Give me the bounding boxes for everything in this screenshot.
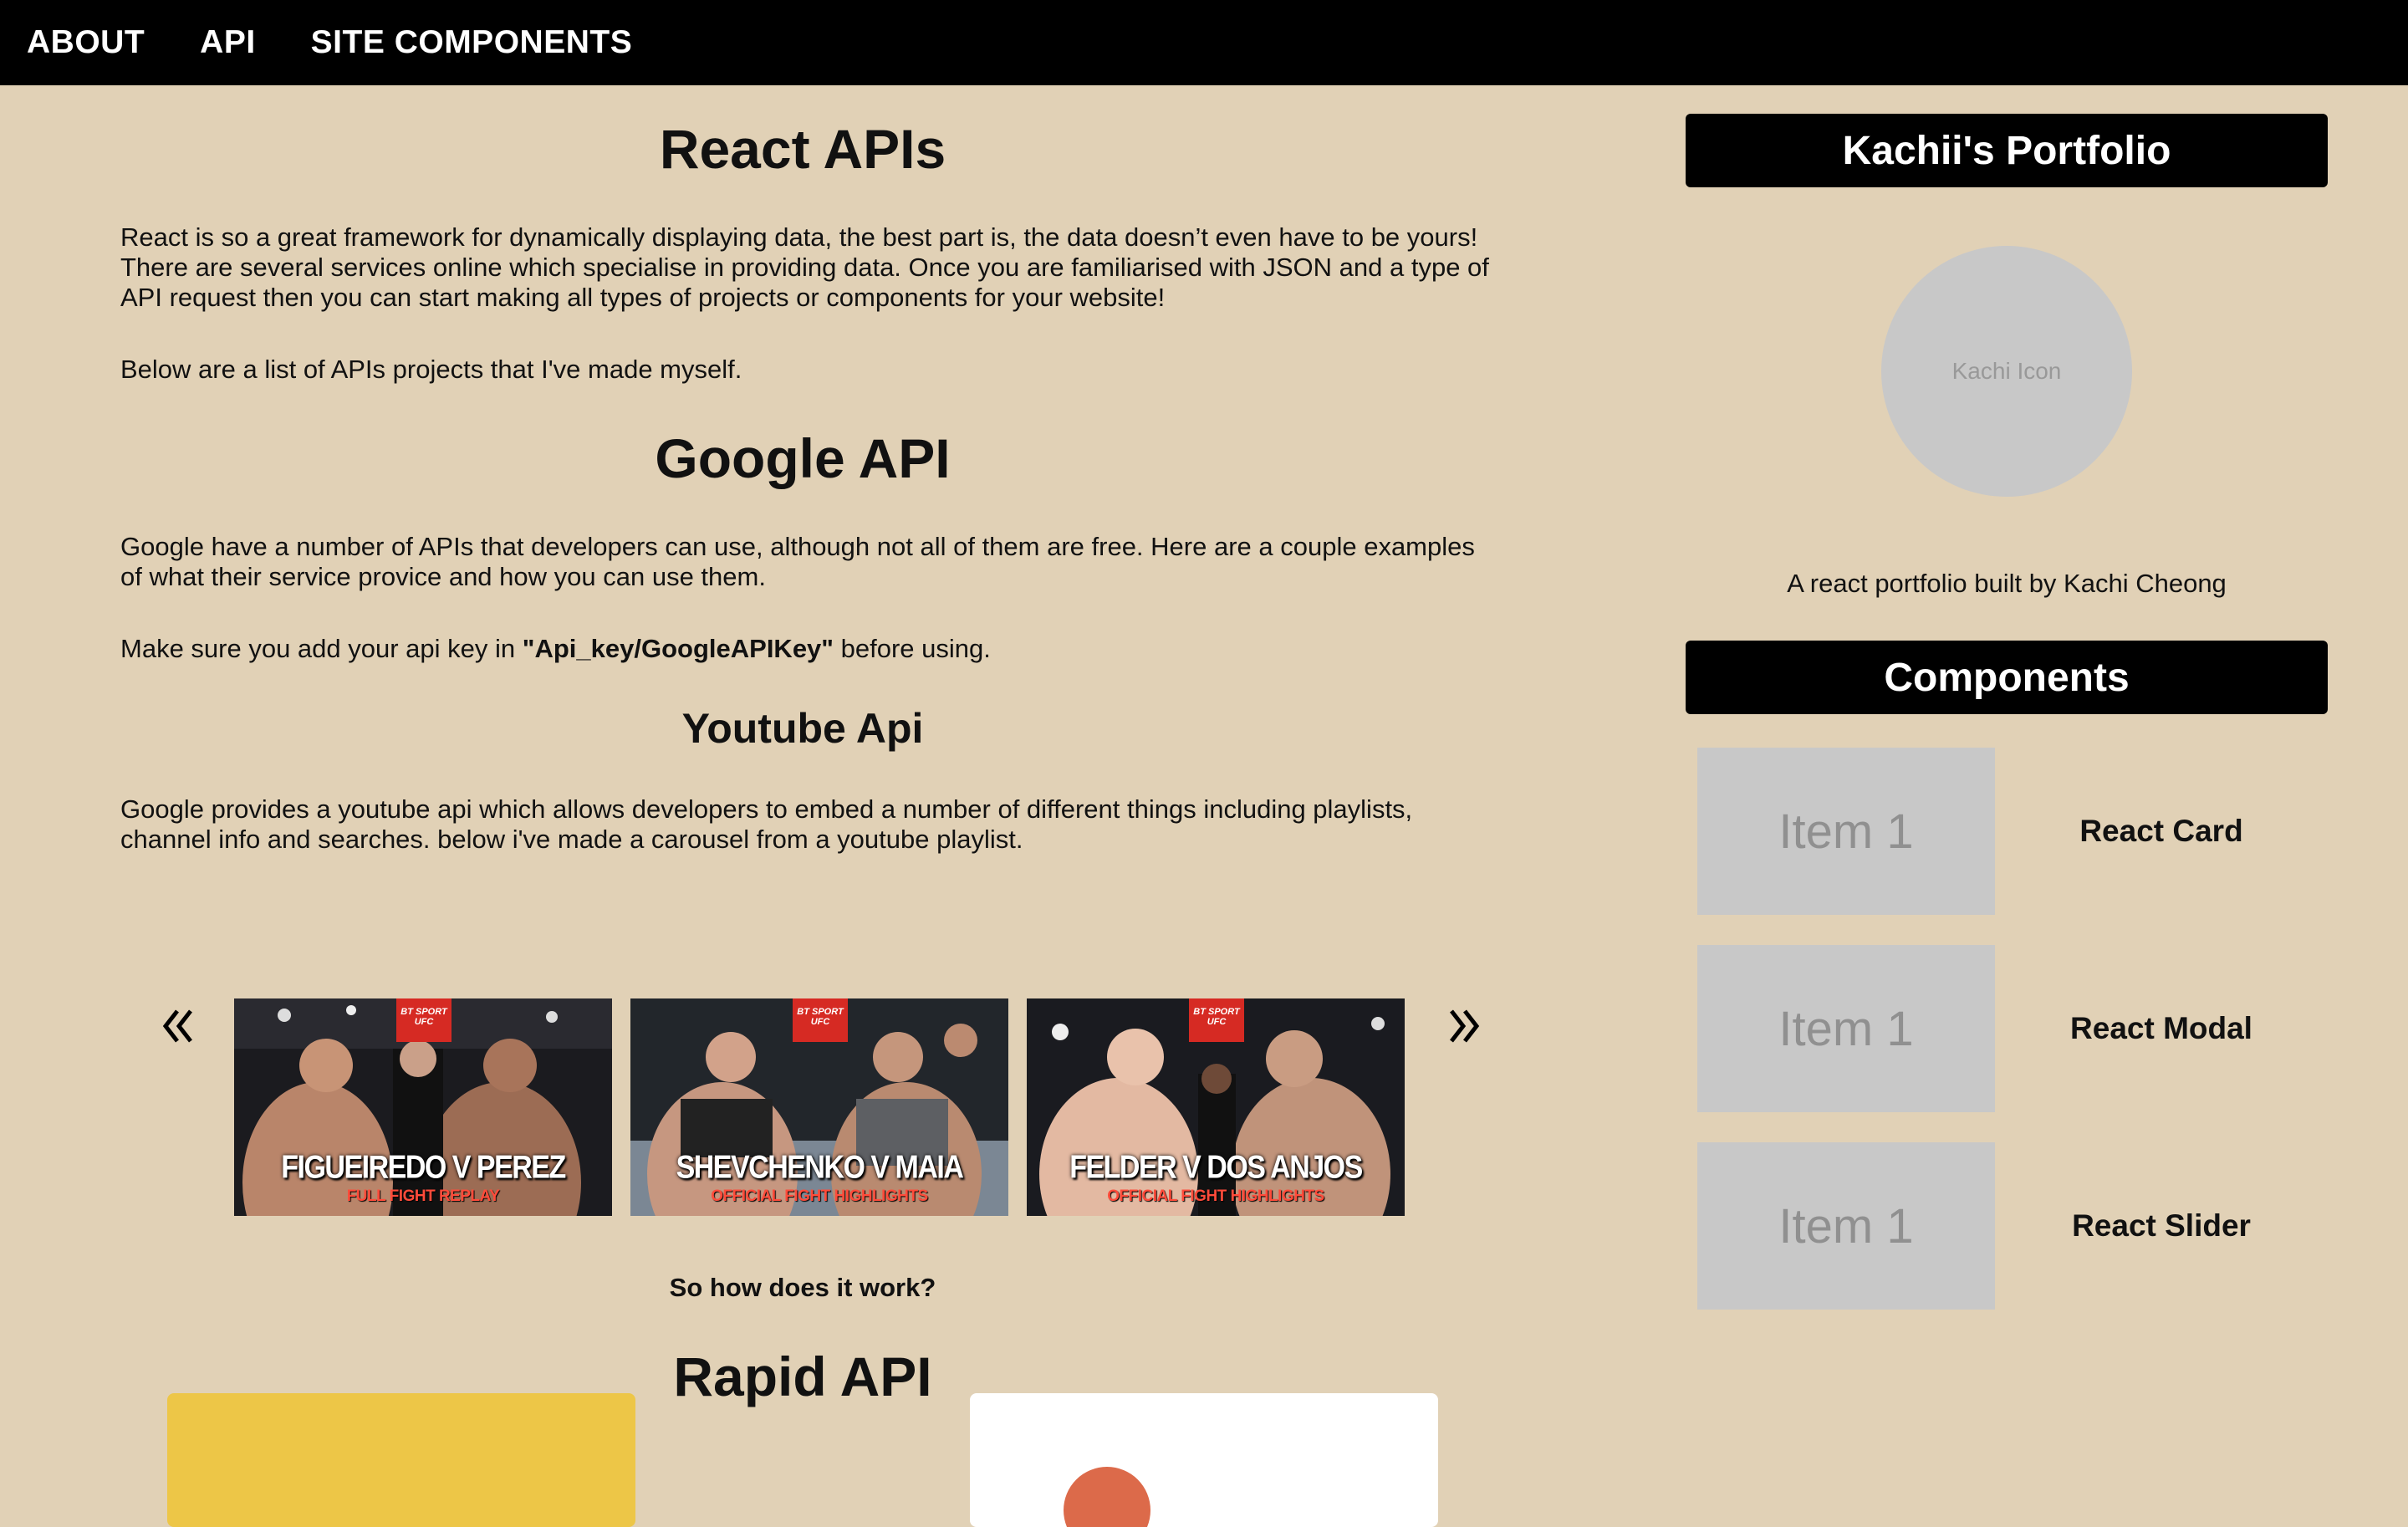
- component-thumbnail: Item 1: [1697, 1142, 1995, 1310]
- video-subtitle: FULL FIGHT REPLAY: [346, 1187, 500, 1205]
- component-label: React Modal: [2070, 1011, 2252, 1045]
- card-circle-graphic: [1064, 1467, 1150, 1527]
- video-subtitle: OFFICIAL FIGHT HIGHLIGHTS: [711, 1187, 928, 1205]
- nav-site-components-link[interactable]: SITE COMPONENTS: [311, 24, 633, 61]
- component-label: React Card: [2079, 814, 2243, 848]
- component-item-react-modal[interactable]: Item 1 React Modal: [1697, 945, 2328, 1112]
- bt-sport-badge: BT SPORT UFC: [396, 998, 452, 1042]
- avatar-text: Kachi Icon: [1951, 358, 2062, 384]
- google-api-description: Google have a number of APIs that develo…: [120, 532, 1475, 591]
- badge-top: BT SPORT: [1193, 1007, 1240, 1017]
- avatar: Kachi Icon: [1881, 246, 2132, 497]
- rapid-api-card-2[interactable]: [970, 1393, 1438, 1527]
- component-thumbnail: Item 1: [1697, 748, 1995, 915]
- api-key-path: "Api_key/GoogleAPIKey": [522, 634, 834, 663]
- api-key-note-prefix: Make sure you add your api key in: [120, 634, 523, 663]
- chevron-double-left-icon: [162, 1009, 192, 1043]
- bt-sport-badge: BT SPORT UFC: [1189, 998, 1244, 1042]
- component-label: React Slider: [2072, 1208, 2251, 1243]
- video-thumbnail-2[interactable]: BT SPORT UFC SHEVCHENKO V MAIA OFFICIAL F…: [630, 998, 1008, 1216]
- nav-api-link[interactable]: API: [200, 24, 256, 61]
- top-navbar: ABOUT API SITE COMPONENTS: [0, 0, 2408, 85]
- portfolio-title: Kachii's Portfolio: [1686, 114, 2328, 187]
- api-key-note: Make sure you add your api key in "Api_k…: [120, 634, 1492, 664]
- video-thumbnail-1[interactable]: BT SPORT UFC FIGUEIREDO V PEREZ FULL FIGH…: [234, 998, 612, 1216]
- video-title: FIGUEIREDO V PEREZ: [281, 1149, 566, 1186]
- video-thumbnail-3[interactable]: BT SPORT UFC FELDER V DOS ANJOS OFFICIAL …: [1027, 998, 1405, 1216]
- components-title: Components: [1686, 641, 2328, 714]
- api-key-note-suffix: before using.: [834, 634, 991, 663]
- how-it-works-link[interactable]: So how does it work?: [120, 1273, 1485, 1303]
- video-title: SHEVCHENKO V MAIA: [676, 1149, 964, 1186]
- badge-bottom: UFC: [810, 1017, 830, 1027]
- component-item-react-card[interactable]: Item 1 React Card: [1697, 748, 2328, 915]
- page-title: React APIs: [659, 118, 946, 180]
- video-title: FELDER V DOS ANJOS: [1069, 1149, 1363, 1186]
- video-subtitle: OFFICIAL FIGHT HIGHLIGHTS: [1107, 1187, 1324, 1205]
- carousel-next-button[interactable]: [1438, 997, 1488, 1055]
- badge-bottom: UFC: [1207, 1017, 1227, 1027]
- list-intro-paragraph: Below are a list of APIs projects that I…: [120, 355, 742, 384]
- component-thumbnail: Item 1: [1697, 945, 1995, 1112]
- component-item-react-slider[interactable]: Item 1 React Slider: [1697, 1142, 2328, 1310]
- nav-about-link[interactable]: ABOUT: [27, 24, 145, 61]
- portfolio-caption: A react portfolio built by Kachi Cheong: [1787, 569, 2227, 598]
- bt-sport-badge: BT SPORT UFC: [793, 998, 848, 1042]
- rapid-api-card-1[interactable]: [167, 1393, 635, 1527]
- chevron-double-right-icon: [1450, 1009, 1480, 1043]
- google-api-heading: Google API: [655, 427, 951, 489]
- badge-top: BT SPORT: [797, 1007, 844, 1017]
- youtube-api-description: Google provides a youtube api which allo…: [120, 794, 1413, 854]
- badge-bottom: UFC: [414, 1017, 434, 1027]
- youtube-api-heading: Youtube Api: [681, 705, 924, 752]
- badge-top: BT SPORT: [400, 1007, 447, 1017]
- carousel-prev-button[interactable]: [154, 997, 204, 1055]
- intro-paragraph: React is so a great framework for dynami…: [120, 222, 1489, 312]
